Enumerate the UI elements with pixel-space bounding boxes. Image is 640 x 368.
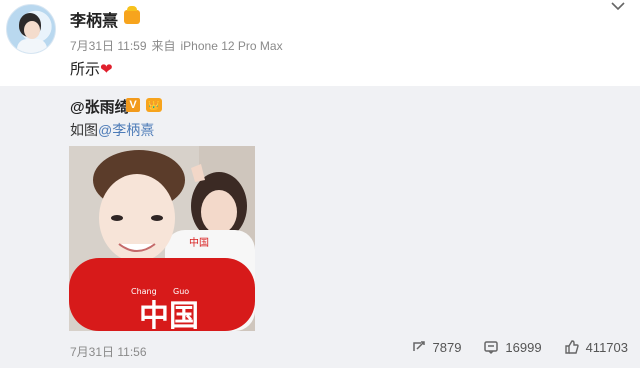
post-device[interactable]: iPhone 12 Pro Max: [181, 39, 283, 53]
author-name[interactable]: 李柄熹: [70, 7, 118, 31]
post-text: 所示❤: [70, 58, 113, 79]
thumbs-up-icon: [564, 339, 580, 355]
avatar-body: [17, 39, 47, 53]
heart-emoji: ❤: [100, 61, 113, 78]
repost-text-content: 如图: [70, 122, 98, 138]
share-count: 7879: [432, 339, 462, 355]
comment-icon: [483, 339, 499, 355]
weibo-post: 李柄熹 7月31日 11:59 来自 iPhone 12 Pro Max 所示❤ @…: [0, 0, 640, 368]
post-time[interactable]: 7月31日 11:59: [70, 39, 147, 53]
verified-v-icon: V: [126, 98, 140, 112]
repost-icon: [411, 339, 427, 355]
like-count: 411703: [585, 339, 628, 355]
repost-text: 如图@李柄熹: [70, 120, 154, 140]
mention-link[interactable]: @李柄熹: [98, 122, 154, 138]
repost-photo[interactable]: 中国 Chang Guo 中国: [69, 146, 255, 331]
like-button[interactable]: 411703: [564, 339, 628, 355]
woman-shirt-text: 中国: [189, 236, 209, 249]
action-bar: 7879 16999 411703: [411, 339, 628, 355]
avatar-face: [24, 21, 40, 39]
comment-count: 16999: [505, 339, 542, 355]
comment-button[interactable]: 16999: [483, 339, 542, 355]
repost-author[interactable]: @张雨绮: [70, 96, 130, 117]
shirt-text-right: Guo: [173, 287, 189, 296]
post-text-content: 所示: [70, 61, 101, 78]
shirt-text-left: Chang: [131, 287, 157, 296]
chevron-down-icon[interactable]: [610, 0, 626, 14]
shirt-text-main: 中国: [139, 299, 199, 331]
vip-crown-icon: 👑: [146, 98, 162, 112]
author-avatar[interactable]: [6, 4, 56, 54]
post-meta: 7月31日 11:59 来自 iPhone 12 Pro Max: [70, 37, 288, 54]
post-source-prefix: 来自: [151, 39, 176, 53]
share-button[interactable]: 7879: [411, 339, 462, 355]
repost-time[interactable]: 7月31日 11:56: [70, 343, 147, 360]
vip-crown-icon: [124, 6, 140, 24]
